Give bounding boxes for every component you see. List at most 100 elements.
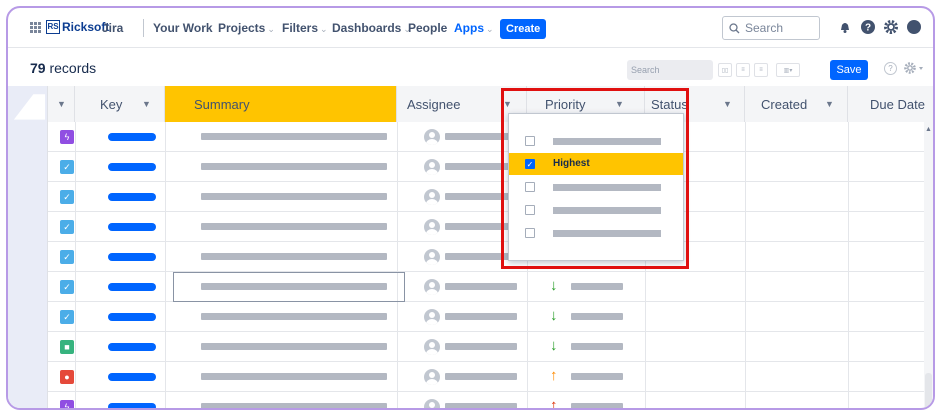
summary-text-placeholder [201, 403, 387, 408]
nav-projects[interactable]: Projects ⌄ [218, 21, 275, 35]
issue-key-link[interactable] [108, 223, 156, 231]
notifications-icon[interactable] [837, 19, 853, 35]
table-row[interactable]: ϟ [48, 122, 933, 152]
filter-arrow-icon[interactable]: ▼ [825, 99, 834, 109]
issue-key-link[interactable] [108, 283, 156, 291]
issue-key-link[interactable] [108, 193, 156, 201]
assignee-avatar-icon [424, 249, 440, 265]
column-divider [645, 272, 646, 301]
column-divider [75, 302, 76, 331]
column-header-summary[interactable]: Summary [165, 86, 397, 122]
summary-text-placeholder [201, 373, 387, 380]
column-divider [165, 272, 166, 301]
column-divider [645, 362, 646, 391]
nav-your-work[interactable]: Your Work [153, 21, 213, 35]
table-row[interactable]: ✓↓ [48, 272, 933, 302]
column-divider [745, 302, 746, 331]
column-divider [397, 242, 398, 271]
nav-filters[interactable]: Filters ⌄ [282, 21, 328, 35]
column-label-assignee: Assignee [407, 96, 461, 112]
column-divider [527, 392, 528, 408]
scrollbar-thumb[interactable] [925, 373, 932, 408]
table-row[interactable]: ● ↑ [48, 362, 933, 392]
vertical-scrollbar[interactable] [924, 122, 933, 408]
column-divider [848, 242, 849, 271]
issue-key-link[interactable] [108, 373, 156, 381]
column-header-due-date[interactable]: Due Date [848, 86, 933, 122]
filter-icon[interactable]: ≡ [754, 63, 768, 77]
summary-text-placeholder [201, 253, 387, 260]
assignee-avatar-icon [424, 189, 440, 205]
sort-icon[interactable]: ≡ [736, 63, 750, 77]
type-column-header[interactable]: ▼ [48, 86, 75, 122]
story-type-icon: ■ [60, 340, 74, 354]
scroll-up-arrow-icon[interactable]: ▲ [925, 126, 932, 133]
profile-avatar-icon[interactable] [906, 19, 922, 35]
column-divider [527, 362, 528, 391]
active-cell-outline[interactable] [173, 272, 405, 302]
table-row[interactable]: ✓↓ [48, 302, 933, 332]
summary-text-placeholder [201, 133, 387, 140]
column-divider [165, 302, 166, 331]
priority-filter-highlight [501, 88, 689, 269]
filter-arrow-icon[interactable]: ▼ [723, 99, 732, 109]
table-search-input[interactable]: Search [627, 60, 713, 80]
assignee-name-placeholder [445, 283, 517, 290]
select-all-corner-icon[interactable] [8, 86, 47, 122]
column-divider [75, 392, 76, 408]
table-row[interactable]: ✓ [48, 212, 933, 242]
issue-key-link[interactable] [108, 343, 156, 351]
priority-text-placeholder [571, 343, 623, 350]
column-header-key[interactable]: Key ▼ [75, 86, 165, 122]
column-divider [397, 302, 398, 331]
save-button[interactable]: Save [830, 60, 868, 80]
nav-dashboards[interactable]: Dashboards ⌄ [332, 21, 411, 35]
column-divider [75, 362, 76, 391]
column-divider [75, 212, 76, 241]
question-icon[interactable]: ? [884, 62, 897, 75]
nav-apps[interactable]: Apps ⌄ [454, 21, 494, 35]
columns-icon[interactable]: ▥▾ [776, 63, 800, 77]
column-divider [165, 362, 166, 391]
column-divider [75, 242, 76, 271]
column-label-due-date: Due Date [870, 96, 925, 112]
filter-arrow-icon[interactable]: ▼ [57, 99, 66, 109]
column-divider [165, 332, 166, 361]
priority-highest-icon: ↑ [550, 397, 558, 410]
assignee-name-placeholder [445, 373, 517, 380]
search-icon [729, 22, 740, 33]
column-divider [745, 362, 746, 391]
help-icon[interactable]: ? [860, 19, 876, 35]
column-divider [165, 122, 166, 151]
priority-text-placeholder [571, 403, 623, 408]
issue-key-link[interactable] [108, 253, 156, 261]
settings-icon[interactable] [883, 19, 899, 35]
table-row[interactable]: ■ ↓ [48, 332, 933, 362]
table-row[interactable]: ✓ [48, 182, 933, 212]
gear-icon[interactable] [903, 61, 925, 75]
issue-key-link[interactable] [108, 163, 156, 171]
table-row[interactable]: ✓↓ [48, 242, 933, 272]
app-switcher-icon[interactable] [30, 22, 41, 33]
column-label-key: Key [100, 96, 123, 112]
filter-arrow-icon[interactable]: ▼ [142, 99, 151, 109]
column-header-created[interactable]: Created ▼ [745, 86, 848, 122]
nav-jira[interactable]: Jira [102, 21, 123, 35]
assignee-avatar-icon [424, 219, 440, 235]
layout-icon[interactable]: ▯▯ [718, 63, 732, 77]
ricksoft-logo[interactable]: RS Ricksoft [46, 20, 109, 34]
create-button[interactable]: Create [500, 19, 547, 39]
column-divider [745, 212, 746, 241]
global-search-placeholder: Search [745, 21, 784, 35]
issue-key-link[interactable] [108, 133, 156, 141]
issue-key-link[interactable] [108, 403, 156, 408]
nav-people[interactable]: People [408, 21, 447, 35]
column-divider [75, 122, 76, 151]
table-row[interactable]: ϟ ↑ [48, 392, 933, 410]
priority-low-icon: ↓ [550, 337, 558, 354]
global-search-input[interactable]: Search [722, 16, 820, 40]
assignee-avatar-icon [424, 369, 440, 385]
table-row[interactable]: ✓ [48, 152, 933, 182]
issue-key-link[interactable] [108, 313, 156, 321]
column-divider [165, 212, 166, 241]
